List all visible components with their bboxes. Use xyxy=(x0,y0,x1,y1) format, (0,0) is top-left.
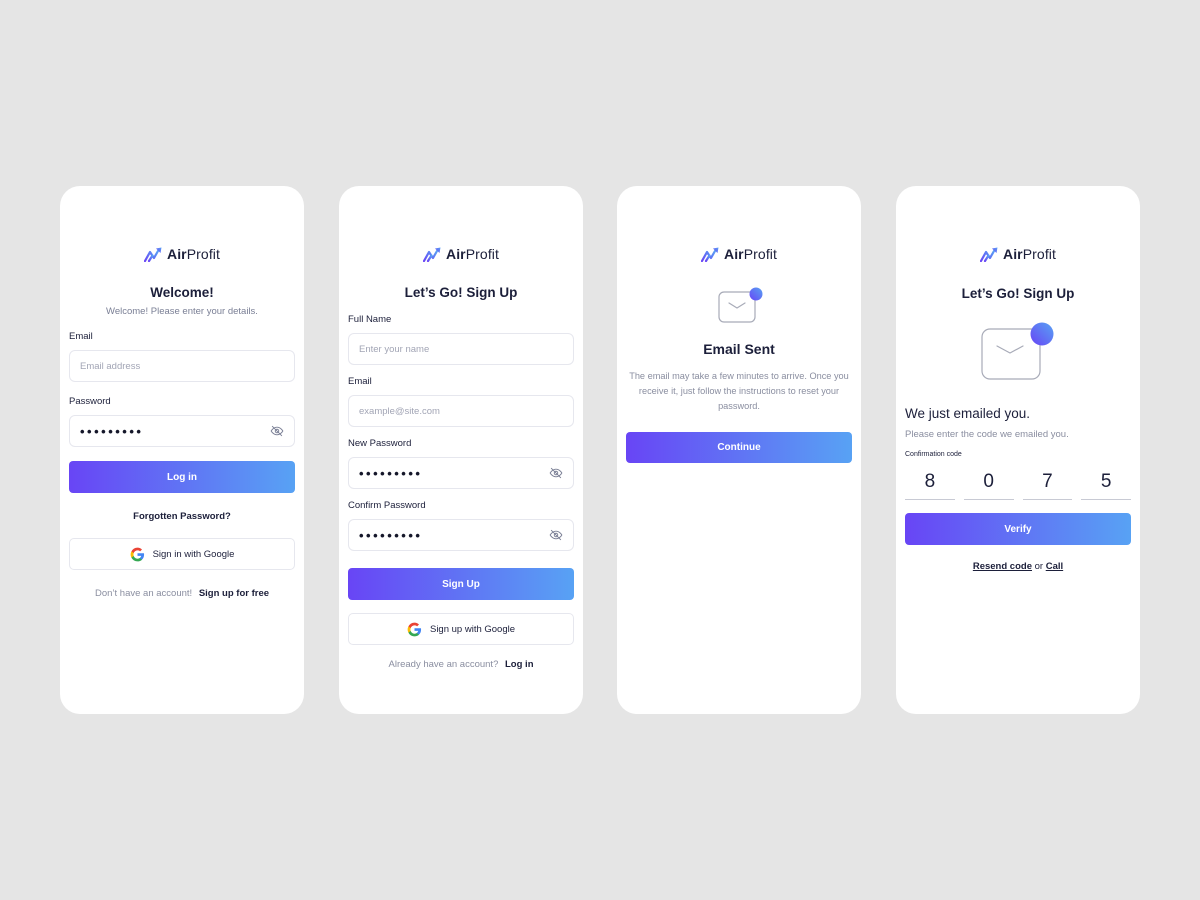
eye-off-icon[interactable] xyxy=(549,466,563,480)
code-digit-3[interactable]: 7 xyxy=(1022,468,1073,500)
login-card: AirProfit Welcome! Welcome! Please enter… xyxy=(60,186,304,714)
fullname-placeholder: Enter your name xyxy=(359,343,430,355)
or-text: or xyxy=(1034,561,1044,572)
brand-logo: AirProfit xyxy=(60,246,304,262)
google-icon xyxy=(407,622,422,637)
email-label: Email xyxy=(348,376,372,387)
signup-card: AirProfit Let’s Go! Sign Up Full Name En… xyxy=(339,186,583,714)
code-digit-1[interactable]: 8 xyxy=(905,468,955,500)
email-placeholder: example@site.com xyxy=(359,405,440,417)
signup-button[interactable]: Sign Up xyxy=(348,568,574,600)
verify-button[interactable]: Verify xyxy=(905,513,1131,545)
signup-prompt-text: Don’t have an account! xyxy=(94,588,193,599)
confirm-password-value: ••••••••• xyxy=(359,527,423,543)
confirmation-code-inputs: 8 0 7 5 xyxy=(905,468,1131,500)
eye-off-icon[interactable] xyxy=(549,528,563,542)
page-title: Welcome! xyxy=(150,285,214,300)
email-field[interactable]: Email address xyxy=(69,350,295,382)
page-title: Email Sent xyxy=(703,341,775,357)
envelope-notification-icon xyxy=(981,322,1054,380)
login-prompt-text: Already have an account? xyxy=(388,659,499,670)
confirm-password-label: Confirm Password xyxy=(348,500,426,511)
password-value: ••••••••• xyxy=(80,423,144,439)
code-digit-4[interactable]: 5 xyxy=(1081,468,1131,500)
page-subtitle: Welcome! Please enter your details. xyxy=(106,306,258,317)
google-signin-button[interactable]: Sign in with Google xyxy=(69,538,295,570)
call-link[interactable]: Call xyxy=(1046,561,1063,572)
verify-heading: We just emailed you. xyxy=(905,406,1031,421)
chart-up-logo-icon xyxy=(423,246,443,262)
resend-code-link[interactable]: Resend code xyxy=(973,561,1032,572)
fullname-field[interactable]: Enter your name xyxy=(348,333,574,365)
email-placeholder: Email address xyxy=(80,360,141,372)
email-sent-card: AirProfit Email Sent The email may take … xyxy=(617,186,861,714)
eye-off-icon[interactable] xyxy=(270,424,284,438)
password-label: Password xyxy=(69,396,111,407)
email-sent-description: The email may take a few minutes to arri… xyxy=(629,371,849,411)
login-prompt: Already have an account? Log in xyxy=(339,659,583,670)
chart-up-logo-icon xyxy=(980,246,1000,262)
confirm-password-field[interactable]: ••••••••• xyxy=(348,519,574,551)
google-signin-label: Sign in with Google xyxy=(152,548,235,560)
verify-card: AirProfit Let’s Go! Sign Up We just emai… xyxy=(896,186,1140,714)
chart-up-logo-icon xyxy=(701,246,721,262)
brand-name: AirProfit xyxy=(723,246,778,262)
google-signup-label: Sign up with Google xyxy=(429,623,516,635)
chart-up-logo-icon xyxy=(144,246,164,262)
google-icon xyxy=(130,547,145,562)
brand-name: AirProfit xyxy=(445,246,500,262)
signup-prompt: Don’t have an account! Sign up for free xyxy=(60,588,304,599)
brand-logo: AirProfit xyxy=(617,246,861,262)
email-label: Email xyxy=(69,331,93,342)
code-digit-2[interactable]: 0 xyxy=(963,468,1014,500)
brand-logo: AirProfit xyxy=(896,246,1140,262)
new-password-label: New Password xyxy=(348,438,412,449)
new-password-value: ••••••••• xyxy=(359,465,423,481)
new-password-field[interactable]: ••••••••• xyxy=(348,457,574,489)
login-button[interactable]: Log in xyxy=(69,461,295,493)
fullname-label: Full Name xyxy=(348,314,392,325)
login-link[interactable]: Log in xyxy=(505,659,534,670)
brand-logo: AirProfit xyxy=(339,246,583,262)
email-field[interactable]: example@site.com xyxy=(348,395,574,427)
forgot-password-link[interactable]: Forgotten Password? xyxy=(60,511,304,522)
google-signup-button[interactable]: Sign up with Google xyxy=(348,613,574,645)
password-field[interactable]: ••••••••• xyxy=(69,415,295,447)
brand-name: AirProfit xyxy=(166,246,221,262)
page-title: Let’s Go! Sign Up xyxy=(961,286,1075,301)
signup-link[interactable]: Sign up for free xyxy=(199,588,269,599)
envelope-notification-icon xyxy=(718,287,763,323)
verify-subtext: Please enter the code we emailed you. xyxy=(905,429,1069,440)
page-title: Let’s Go! Sign Up xyxy=(404,285,518,300)
resend-line: Resend code or Call xyxy=(896,561,1140,572)
confirmation-code-label: Confirmation code xyxy=(905,451,962,458)
brand-name: AirProfit xyxy=(1002,246,1057,262)
continue-button[interactable]: Continue xyxy=(626,432,852,463)
